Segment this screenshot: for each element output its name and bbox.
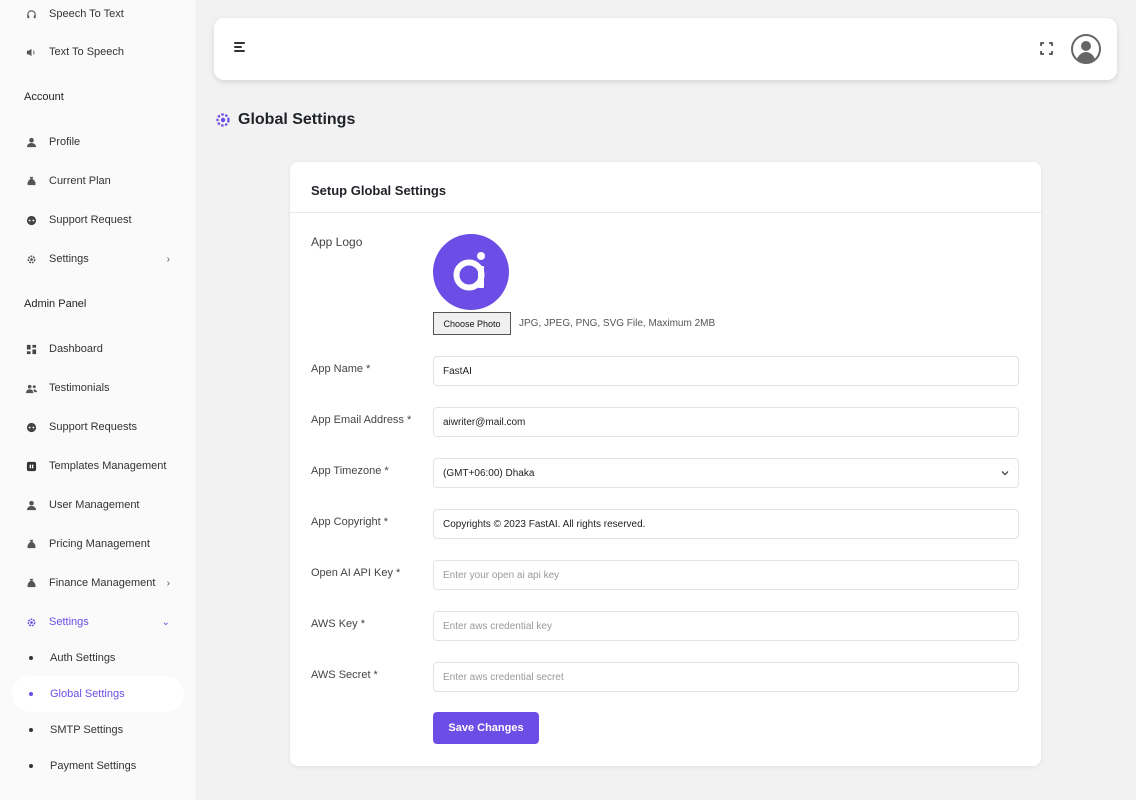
sidebar-item-label: Profile xyxy=(49,136,81,148)
chevron-right-icon: › xyxy=(166,253,170,265)
app-name-input[interactable]: FastAI xyxy=(433,356,1019,386)
user-icon xyxy=(24,135,38,149)
sidebar-item-label: Current Plan xyxy=(49,175,111,187)
sidebar-item-label: Support Request xyxy=(49,214,132,226)
sidebar-item-label: Support Requests xyxy=(49,421,138,433)
sidebar-item-label: Dashboard xyxy=(49,343,103,355)
dashboard-icon xyxy=(24,342,38,356)
gear-icon xyxy=(24,252,38,266)
save-changes-button[interactable]: Save Changes xyxy=(433,712,539,744)
avatar[interactable] xyxy=(1071,34,1101,64)
chevron-down-icon: ⌄ xyxy=(161,616,170,628)
sidebar-item-templates-management[interactable]: Templates Management xyxy=(12,448,184,484)
app-timezone-value: (GMT+06:00) Dhaka xyxy=(443,467,535,479)
sidebar-item-profile[interactable]: Profile xyxy=(12,124,184,160)
app-logo-label: App Logo xyxy=(311,235,363,249)
fullscreen-icon[interactable] xyxy=(1040,42,1053,55)
sidebar-item-dashboard[interactable]: Dashboard xyxy=(12,331,184,367)
sidebar-item-testimonials[interactable]: Testimonials xyxy=(12,370,184,406)
sidebar-item-user-management[interactable]: User Management xyxy=(12,487,184,523)
aws-key-label: AWS Key * xyxy=(311,618,365,630)
money-bag-icon xyxy=(24,174,38,188)
menu-toggle-icon[interactable] xyxy=(234,42,248,56)
page-title: Global Settings xyxy=(238,111,356,128)
sidebar-heading-account: Account xyxy=(24,91,64,103)
sidebar-item-label: Speech To Text xyxy=(49,8,124,20)
sidebar-item-current-plan[interactable]: Current Plan xyxy=(12,163,184,199)
sidebar-subitem-auth-settings[interactable]: Auth Settings xyxy=(12,640,184,676)
aws-secret-input[interactable]: Enter aws credential secret xyxy=(433,662,1019,692)
sidebar-item-speech-to-text[interactable]: Speech To Text xyxy=(12,0,184,32)
sidebar-item-label: Testimonials xyxy=(49,382,110,394)
bullet-dot xyxy=(29,728,33,732)
app-timezone-select[interactable]: (GMT+06:00) Dhaka xyxy=(433,458,1019,488)
sidebar-subitem-label: Global Settings xyxy=(50,688,125,700)
bullet-dot xyxy=(29,656,33,660)
sidebar-item-label: Finance Management xyxy=(49,577,156,589)
openai-key-label: Open AI API Key * xyxy=(311,567,401,579)
app-copyright-label: App Copyright * xyxy=(311,516,389,528)
sidebar-item-admin-settings[interactable]: Settings ⌄ xyxy=(12,604,184,640)
gear-icon xyxy=(24,615,38,629)
sidebar-heading-admin-panel: Admin Panel xyxy=(24,298,87,310)
headphones-icon xyxy=(24,7,38,21)
sidebar-subitem-label: Auth Settings xyxy=(50,652,116,664)
global-settings-card: Setup Global Settings App Logo Choose Ph… xyxy=(290,162,1041,766)
card-title: Setup Global Settings xyxy=(290,162,1041,213)
app-name-label: App Name * xyxy=(311,363,371,375)
template-icon xyxy=(24,459,38,473)
sidebar-subitem-label: SMTP Settings xyxy=(50,724,124,736)
sidebar-item-label: Text To Speech xyxy=(49,46,125,58)
page-title-container: Global Settings xyxy=(214,111,355,129)
aws-secret-label: AWS Secret * xyxy=(311,669,378,681)
sidebar-item-finance-management[interactable]: Finance Management › xyxy=(12,565,184,601)
user-icon xyxy=(24,498,38,512)
app-logo-image xyxy=(433,234,509,310)
app-email-input[interactable]: aiwriter@mail.com xyxy=(433,407,1019,437)
sidebar-subitem-smtp-settings[interactable]: SMTP Settings xyxy=(12,712,184,748)
users-icon xyxy=(24,381,38,395)
app-copyright-input[interactable]: Copyrights © 2023 FastAI. All rights res… xyxy=(433,509,1019,539)
chevron-down-icon xyxy=(1001,471,1009,476)
sidebar-item-label: User Management xyxy=(49,499,140,511)
sidebar-item-label: Settings xyxy=(49,253,89,265)
file-hint-text: JPG, JPEG, PNG, SVG File, Maximum 2MB xyxy=(519,318,716,329)
aws-key-input[interactable]: Enter aws credential key xyxy=(433,611,1019,641)
choose-photo-button[interactable]: Choose Photo xyxy=(433,312,511,335)
app-timezone-label: App Timezone * xyxy=(311,465,389,477)
speaker-icon xyxy=(24,45,38,59)
sidebar-item-settings[interactable]: Settings › xyxy=(12,241,184,277)
sidebar: Speech To Text Text To Speech Account Pr… xyxy=(0,0,197,800)
gear-icon xyxy=(214,111,232,129)
headset-icon xyxy=(24,213,38,227)
app-email-label: App Email Address * xyxy=(311,414,412,426)
top-bar xyxy=(214,18,1117,80)
headset-icon xyxy=(24,420,38,434)
sidebar-item-pricing-management[interactable]: Pricing Management xyxy=(12,526,184,562)
sidebar-subitem-global-settings[interactable]: Global Settings xyxy=(12,676,184,712)
sidebar-item-support-requests[interactable]: Support Requests xyxy=(12,409,184,445)
sidebar-item-label: Pricing Management xyxy=(49,538,150,550)
sidebar-item-label: Settings xyxy=(49,616,89,628)
sidebar-item-support-request[interactable]: Support Request xyxy=(12,202,184,238)
sidebar-subitem-label: Payment Settings xyxy=(50,760,137,772)
chevron-right-icon: › xyxy=(166,577,170,589)
sidebar-subitem-payment-settings[interactable]: Payment Settings xyxy=(12,748,184,784)
money-bag-icon xyxy=(24,576,38,590)
bullet-dot xyxy=(29,692,33,696)
openai-key-input[interactable]: Enter your open ai api key xyxy=(433,560,1019,590)
money-bag-icon xyxy=(24,537,38,551)
sidebar-item-text-to-speech[interactable]: Text To Speech xyxy=(12,34,184,70)
bullet-dot xyxy=(29,764,33,768)
sidebar-item-label: Templates Management xyxy=(49,460,167,472)
